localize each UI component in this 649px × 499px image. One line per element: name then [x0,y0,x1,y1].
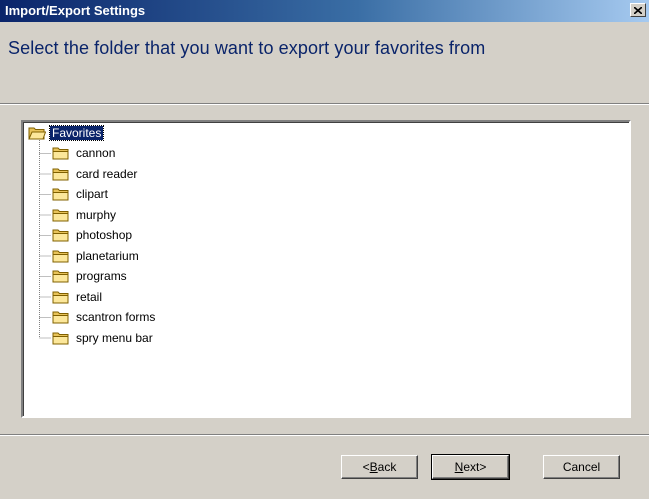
wizard-header: Select the folder that you want to expor… [0,22,649,103]
cancel-button[interactable]: Cancel [543,455,620,479]
tree-node-programs[interactable]: programs [52,267,129,285]
folder-icon [52,332,69,344]
back-prefix: < [362,460,370,474]
instruction-text: Select the folder that you want to expor… [8,38,486,58]
tree-node-photoshop[interactable]: photoshop [52,226,134,244]
tree-node-label: scantron forms [76,310,156,324]
folder-icon [52,188,69,201]
folder-icon [52,311,69,324]
folder-open-icon [28,127,46,140]
folder-icon [52,168,69,180]
back-button[interactable]: < Back [341,455,418,479]
footer-separator [0,434,649,436]
folder-icon [52,250,69,262]
title-bar[interactable]: Import/Export Settings [0,0,649,22]
tree-node-label: card reader [76,166,138,181]
close-icon [634,6,642,14]
favorites-tree-view[interactable]: Favorites cannon card reader clipart murphy p… [21,120,631,418]
cancel-label: Cancel [562,460,601,474]
tree-node-favorites[interactable]: Favorites [28,124,105,142]
tree-node-clipart[interactable]: clipart [52,185,110,203]
folder-icon [52,209,69,221]
tree-node-label: Favorites [48,125,105,141]
tree-node-planetarium[interactable]: planetarium [52,247,141,265]
import-export-dialog: Import/Export Settings Select the folder… [0,0,649,499]
tree-node-label: spry menu bar [76,330,153,345]
next-suffix: > [479,460,487,474]
tree-node-label: programs [76,269,127,283]
folder-icon [52,147,69,160]
folder-icon [52,229,69,242]
back-label-rest: ack [377,460,397,474]
next-mnemonic: N [454,460,464,474]
tree-node-cannon[interactable]: cannon [52,144,117,162]
tree-node-murphy[interactable]: murphy [52,206,118,224]
back-mnemonic: B [369,460,378,474]
tree-node-scantron-forms[interactable]: scantron forms [52,308,157,326]
tree-node-label: cannon [76,146,116,160]
tree-node-label: clipart [76,187,109,201]
window-title: Import/Export Settings [5,3,146,18]
tree-node-retail[interactable]: retail [52,288,104,306]
next-button[interactable]: Next > [431,454,510,480]
tree-node-label: murphy [76,207,117,222]
tree-node-spry-menu-bar[interactable]: spry menu bar [52,329,155,347]
folder-icon [52,270,69,283]
tree-node-card-reader[interactable]: card reader [52,165,139,183]
close-button[interactable] [630,3,646,17]
folder-icon [52,291,69,303]
tree-node-label: retail [76,289,103,304]
next-label-rest: ext [463,460,480,474]
header-separator [0,103,649,105]
tree-node-label: planetarium [76,248,139,263]
tree-node-label: photoshop [76,228,133,242]
